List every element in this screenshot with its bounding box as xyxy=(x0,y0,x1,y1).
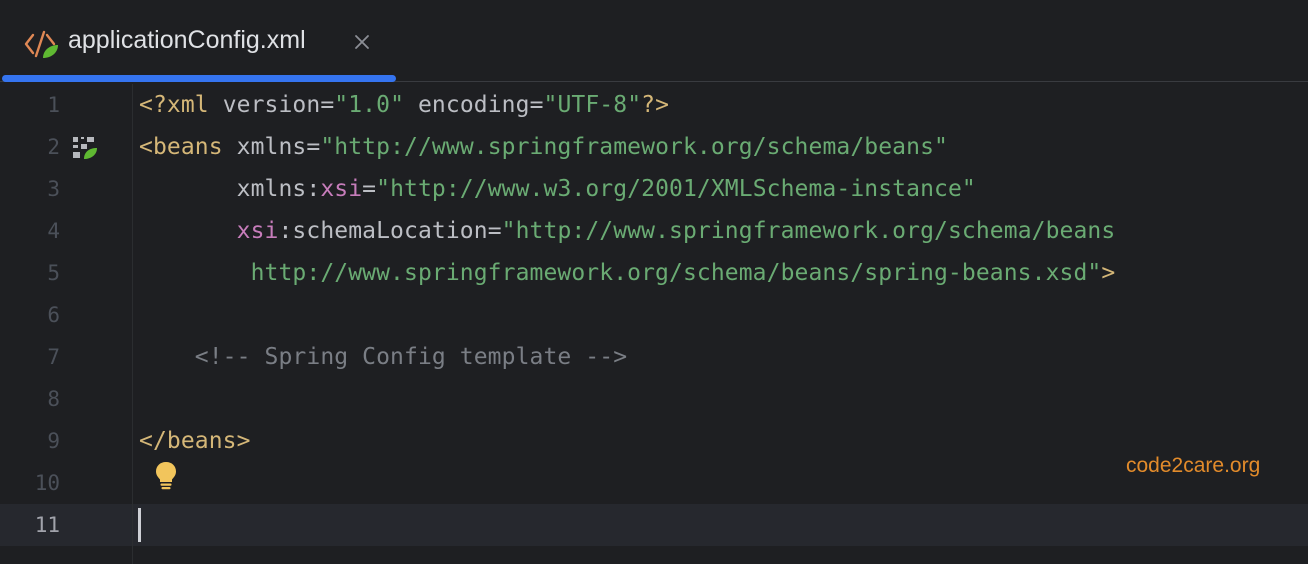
xml-spring-icon xyxy=(24,28,60,60)
line-number: 6 xyxy=(47,303,60,327)
code-line: 6 xyxy=(0,294,1308,336)
line-number: 9 xyxy=(47,429,60,453)
line-number: 11 xyxy=(34,513,60,537)
code-text[interactable]: <?xml version="1.0" encoding="UTF-8"?> xyxy=(139,84,669,126)
code-text[interactable]: xmlns:xsi="http://www.w3.org/2001/XMLSch… xyxy=(139,168,976,210)
lightbulb-icon[interactable] xyxy=(154,460,178,492)
code-text[interactable]: http://www.springframework.org/schema/be… xyxy=(139,252,1116,294)
code-line: 10 xyxy=(0,462,1308,504)
code-text[interactable]: </beans> xyxy=(139,420,251,462)
tab-title: applicationConfig.xml xyxy=(68,26,306,54)
line-number: 5 xyxy=(47,261,60,285)
code-line-current: 11 xyxy=(0,504,1308,546)
code-line: 4 xsi:schemaLocation="http://www.springf… xyxy=(0,210,1308,252)
code-line: 5 http://www.springframework.org/schema/… xyxy=(0,252,1308,294)
code-line: 2 <beans xmlns="http://www.springframewo… xyxy=(0,126,1308,168)
code-text[interactable]: <!-- Spring Config template --> xyxy=(139,336,627,378)
code-text[interactable]: <beans xmlns="http://www.springframework… xyxy=(139,126,948,168)
line-number: 1 xyxy=(47,93,60,117)
code-line: 1 <?xml version="1.0" encoding="UTF-8"?> xyxy=(0,84,1308,126)
text-caret xyxy=(138,508,141,542)
code-text[interactable]: xsi:schemaLocation="http://www.springfra… xyxy=(139,210,1116,252)
code-line: 8 xyxy=(0,378,1308,420)
watermark-text: code2care.org xyxy=(1126,454,1261,477)
line-number: 7 xyxy=(47,345,60,369)
code-line: 3 xmlns:xsi="http://www.w3.org/2001/XMLS… xyxy=(0,168,1308,210)
close-icon[interactable] xyxy=(352,32,372,52)
active-tab-indicator xyxy=(2,75,396,82)
code-line: 7 <!-- Spring Config template --> xyxy=(0,336,1308,378)
line-number: 2 xyxy=(47,135,60,159)
line-number: 10 xyxy=(34,471,60,495)
editor-tab-bar: applicationConfig.xml xyxy=(0,0,1308,82)
line-number: 8 xyxy=(47,387,60,411)
line-number: 4 xyxy=(47,219,60,243)
spring-bean-icon[interactable] xyxy=(72,136,98,160)
code-editor[interactable]: 1 <?xml version="1.0" encoding="UTF-8"?>… xyxy=(0,84,1308,564)
line-number: 3 xyxy=(47,177,60,201)
tab-application-config[interactable]: applicationConfig.xml xyxy=(0,0,400,82)
code-line: 9 </beans> xyxy=(0,420,1308,462)
